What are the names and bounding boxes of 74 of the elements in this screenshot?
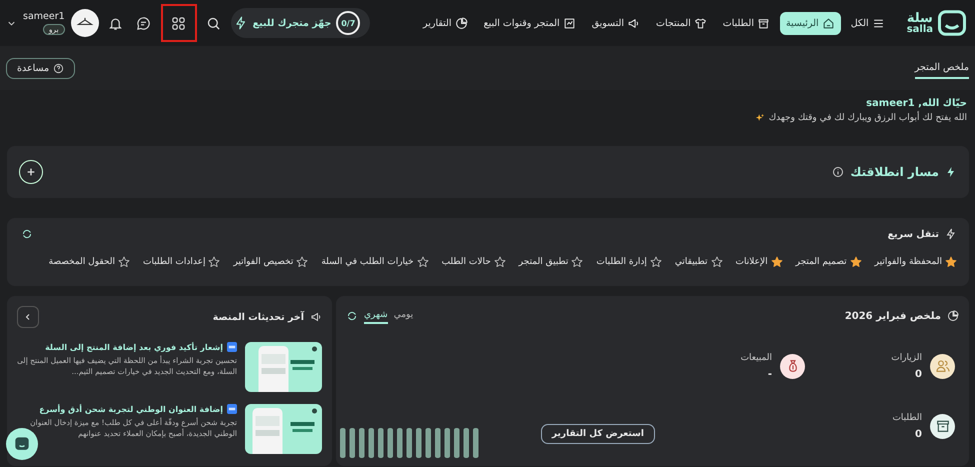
bolt-icon (945, 166, 957, 178)
help-button[interactable]: مساعدة (6, 58, 76, 78)
user-name: sameer1 (23, 11, 65, 22)
stat-icon (930, 354, 955, 378)
sparkle-icon (754, 113, 765, 123)
greeting-title: حيّاك الله, sameer1 (865, 98, 967, 109)
stat-label: المبيعات (740, 352, 772, 362)
quick-link[interactable]: الإعلانات (736, 256, 783, 268)
nav-item[interactable]: التسويق (586, 12, 646, 34)
card-title: مسار انطلاقتك (850, 165, 939, 179)
stat-label: الزيارات (891, 352, 922, 362)
info-icon[interactable] (832, 166, 844, 178)
stat-value: - (766, 368, 772, 380)
refresh-icon[interactable] (346, 310, 358, 322)
nav-item[interactable]: التقارير (416, 12, 474, 34)
pie-chart-icon (454, 16, 468, 30)
quick-link[interactable]: إدارة الطلبات (596, 256, 662, 268)
quick-link[interactable]: تطبيقاتي (674, 256, 723, 268)
stat-icon (780, 354, 805, 378)
card-title: ملخص فبراير 2026 (844, 310, 941, 322)
pie-chart-icon (947, 310, 959, 322)
brand-name: سلة (906, 12, 933, 24)
add-button[interactable] (19, 160, 43, 184)
star-icon[interactable] (710, 256, 723, 268)
card-title: آخر تحديثات المنصة (212, 312, 304, 322)
nav-item[interactable]: الكل (844, 12, 891, 34)
star-icon[interactable] (850, 256, 862, 268)
star-icon[interactable] (118, 256, 130, 268)
update-title[interactable]: إشعار تأكيد فوري بعد إضافة المنتج إلى السلة (45, 342, 223, 352)
megaphone-icon (627, 16, 640, 30)
bolt-icon (234, 16, 248, 30)
megaphone-icon (310, 311, 322, 323)
refresh-icon[interactable] (21, 228, 33, 240)
quick-link[interactable]: المحفظة والفواتير (874, 256, 957, 268)
quick-link[interactable]: تخصيص الفواتير (233, 256, 308, 268)
greeting-subtitle: الله يفتح لك أبواب الرزق ويبارك لك في وقتك وجهدك (768, 113, 967, 123)
star-icon[interactable] (571, 256, 584, 268)
period-tab[interactable]: شهري (364, 308, 388, 324)
star-icon[interactable] (945, 256, 957, 268)
view-reports-button[interactable]: استعرض كل التقارير (540, 424, 655, 444)
period-tab[interactable]: يومي (394, 308, 414, 324)
brand-latin: salla (906, 24, 933, 34)
card-title: تنقل سريع (888, 228, 939, 240)
nav-item[interactable]: المتجر وقنوات البيع (478, 12, 582, 34)
stat-value: 0 (914, 368, 922, 380)
star-icon[interactable] (208, 256, 220, 268)
stat-label: الطلبات (892, 412, 922, 422)
star-icon[interactable] (494, 256, 506, 268)
home-icon (822, 16, 835, 30)
box-icon (756, 16, 770, 30)
bolt-icon (945, 228, 957, 240)
nav-item[interactable]: المنتجات (650, 12, 713, 34)
quick-link[interactable]: خيارات الطلب في السلة (321, 256, 429, 268)
quick-link[interactable]: تصميم المتجر (796, 256, 862, 268)
basket-icon (937, 8, 967, 38)
update-title[interactable]: إضافة العنوان الوطني لتجربة شحن أدق وأسرع (39, 404, 223, 414)
star-icon[interactable] (650, 256, 662, 268)
quick-link[interactable]: حالات الطلب (442, 256, 506, 268)
star-icon[interactable] (770, 256, 783, 268)
stat-icon (930, 414, 955, 438)
stat-value: 0 (914, 428, 922, 440)
star-icon[interactable] (296, 256, 308, 268)
store-avatar[interactable] (70, 9, 99, 37)
star-icon[interactable] (416, 256, 429, 268)
quick-link[interactable]: إعدادات الطلبات (142, 256, 220, 268)
help-icon (53, 62, 64, 74)
progress-counter: 0/7 (336, 11, 360, 35)
image-icon (562, 16, 576, 30)
nav-item[interactable]: الرئيسية (780, 12, 841, 34)
shirt-icon (694, 16, 707, 30)
quick-link[interactable]: الحقول المخصصة (48, 256, 130, 268)
quick-link[interactable]: تطبيق المتجر (518, 256, 584, 268)
nav-item[interactable]: الطلبات (716, 12, 776, 34)
page-tab[interactable]: ملخص المتجر (914, 58, 969, 78)
